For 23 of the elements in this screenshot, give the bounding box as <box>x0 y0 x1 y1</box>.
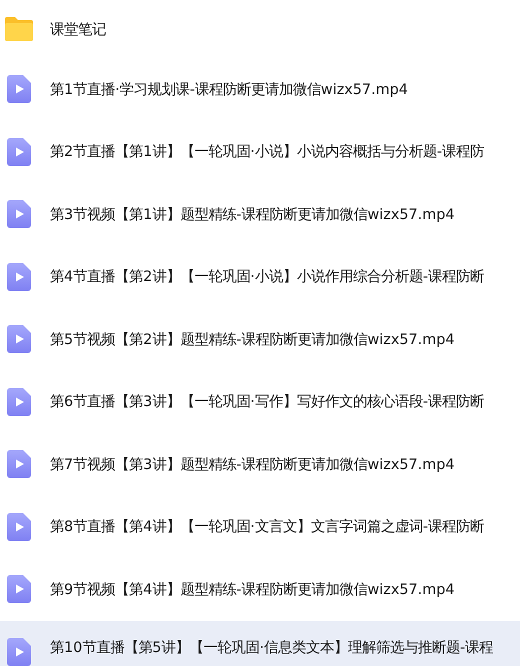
file-name[interactable]: 课堂笔记 <box>50 20 106 38</box>
file-name[interactable]: 第5节视频【第2讲】题型精练-课程防断更请加微信wizx57.mp4 <box>50 330 455 349</box>
file-name[interactable]: 第7节视频【第3讲】题型精练-课程防断更请加微信wizx57.mp4 <box>50 454 455 474</box>
video-file-icon <box>7 388 31 416</box>
folder-icon <box>4 16 34 42</box>
file-name[interactable]: 第8节直播【第4讲】【一轮巩固·文言文】文言字词篇之虚词-课程防断 <box>50 517 484 536</box>
video-file-icon <box>7 200 31 228</box>
file-name[interactable]: 第2节直播【第1讲】【一轮巩固·小说】小说内容概括与分析题-课程防 <box>50 142 484 162</box>
video-file-icon <box>7 638 31 666</box>
video-file-icon <box>7 325 31 354</box>
video-file-icon <box>7 138 31 166</box>
video-file-icon <box>7 262 31 291</box>
file-name[interactable]: 第3节视频【第1讲】题型精练-课程防断更请加微信wizx57.mp4 <box>50 204 455 224</box>
file-name[interactable]: 第6节直播【第3讲】【一轮巩固·写作】写好作文的核心语段-课程防断 <box>50 392 484 412</box>
file-name[interactable]: 第1节直播·学习规划课-课程防断更请加微信wizx57.mp4 <box>50 80 408 99</box>
file-name[interactable]: 第4节直播【第2讲】【一轮巩固·小说】小说作用综合分析题-课程防断 <box>50 267 484 286</box>
video-file-icon <box>7 512 31 541</box>
video-file-icon <box>7 575 31 604</box>
video-file-icon <box>7 450 31 478</box>
file-row[interactable]: 第10节直播【第5讲】【一轮巩固·信息类文本】理解筛选与推断题-课程 <box>0 620 520 666</box>
file-name[interactable]: 第9节视频【第4讲】题型精练-课程防断更请加微信wizx57.mp4 <box>50 580 455 599</box>
video-file-icon <box>7 75 31 104</box>
file-name[interactable]: 第10节直播【第5讲】【一轮巩固·信息类文本】理解筛选与推断题-课程 <box>50 638 494 656</box>
